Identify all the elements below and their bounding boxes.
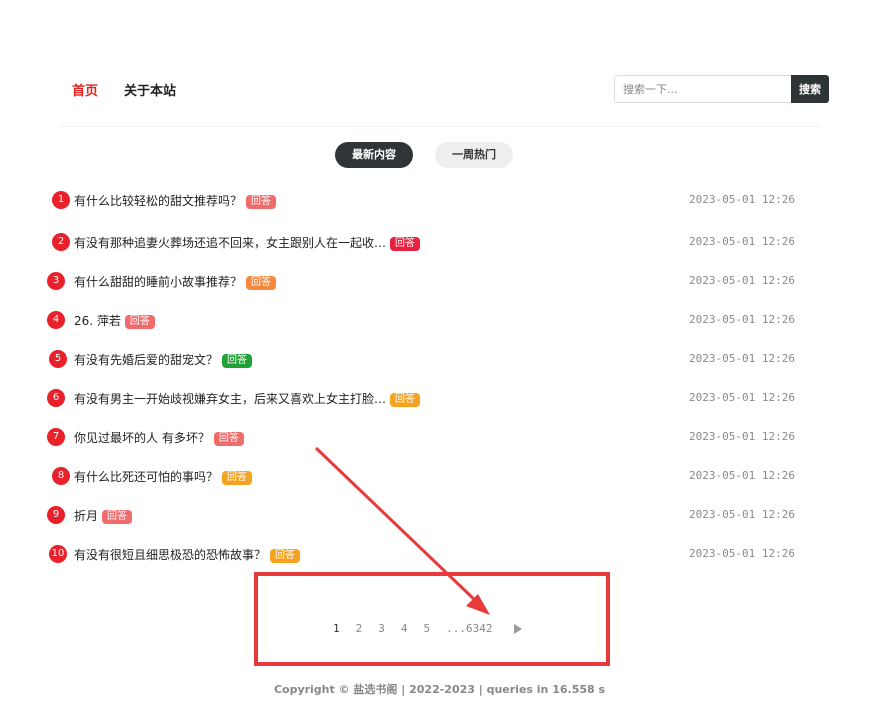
annotation-arrow [314, 446, 490, 615]
footer-copyright: Copyright © 盐选书阁 | 2022-2023 | queries i… [273, 683, 606, 696]
